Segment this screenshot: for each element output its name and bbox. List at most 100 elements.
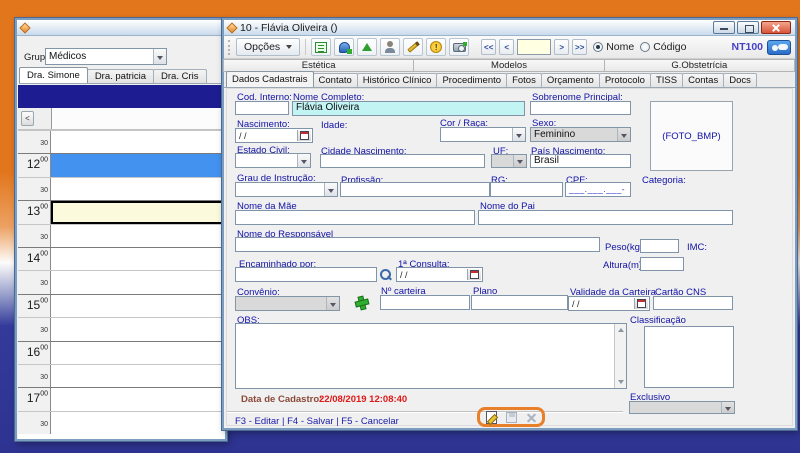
tab-fotos[interactable]: Fotos — [506, 73, 542, 87]
altura-field[interactable] — [640, 257, 684, 271]
tab-modelos[interactable]: Modelos — [413, 59, 604, 72]
record-form-button[interactable] — [311, 38, 331, 56]
tab-docs[interactable]: Docs — [723, 73, 757, 87]
classificacao-box[interactable] — [644, 326, 734, 388]
nome-mae-field[interactable] — [235, 210, 475, 225]
cancel-icon[interactable] — [526, 412, 537, 423]
person-icon — [384, 41, 396, 53]
sobrenome-field[interactable] — [530, 101, 631, 115]
cidade-nascimento-field[interactable] — [320, 154, 485, 168]
peso-field[interactable] — [640, 239, 679, 253]
nav-prev-button[interactable]: < — [499, 39, 514, 55]
nav-next-button[interactable]: > — [554, 39, 569, 55]
highlight-annotation — [477, 407, 545, 427]
calendar-icon[interactable] — [467, 269, 481, 280]
chat-icon[interactable] — [767, 40, 791, 55]
tab-orcamento[interactable]: Orçamento — [541, 73, 600, 87]
slot-1500[interactable]: 1500 — [18, 294, 225, 317]
rg-field[interactable] — [490, 182, 563, 197]
grupo-dropdown[interactable]: Médicos — [45, 48, 167, 65]
profissao-field[interactable] — [340, 182, 490, 197]
calendar-icon[interactable] — [634, 298, 648, 309]
validade-carteira-field[interactable]: / / — [568, 296, 650, 311]
minimize-button[interactable] — [713, 21, 735, 34]
tab-historico-clinico[interactable]: Histórico Clínico — [357, 73, 438, 87]
slot-1700[interactable]: 1700 — [18, 387, 225, 410]
tab-gobstetricia[interactable]: G.Obstetrícia — [604, 59, 795, 72]
patient-titlebar[interactable]: 10 - Flávia Oliveira () — [224, 20, 795, 36]
slot-1430[interactable]: 30 — [18, 270, 225, 293]
highlighted-slot[interactable] — [51, 154, 225, 176]
obs-scrollbar[interactable] — [614, 324, 626, 388]
close-button[interactable] — [761, 21, 791, 34]
agenda-titlebar[interactable] — [17, 20, 225, 36]
grau-instrucao-dropdown[interactable] — [235, 182, 338, 197]
estado-civil-dropdown[interactable] — [235, 153, 311, 168]
cod-interno-field[interactable] — [235, 101, 289, 115]
convenio-dropdown[interactable] — [235, 296, 340, 311]
tab-tiss[interactable]: TISS — [650, 73, 683, 87]
nav-last-button[interactable]: >> — [572, 39, 587, 55]
toolbar: Opções ! << < > >> Nome Código NT100 — [224, 36, 795, 59]
radio-circle — [640, 42, 650, 52]
obs-textarea[interactable] — [235, 323, 627, 389]
maximize-button[interactable] — [737, 21, 759, 34]
tab-contas[interactable]: Contas — [682, 73, 724, 87]
slot-1330[interactable]: 30 — [18, 224, 225, 247]
tab-dra-cris[interactable]: Dra. Cris — [153, 69, 206, 83]
num-carteira-field[interactable] — [380, 295, 470, 310]
record-search-input[interactable] — [517, 39, 551, 55]
tab-dra-patricia[interactable]: Dra. patricia — [87, 69, 154, 83]
nav-first-button[interactable]: << — [481, 39, 496, 55]
search-icon[interactable] — [380, 269, 392, 282]
triangle-button[interactable] — [357, 38, 377, 56]
nome-pai-field[interactable] — [478, 210, 733, 225]
cor-raca-dropdown[interactable] — [440, 127, 526, 142]
options-button[interactable]: Opções — [236, 38, 300, 56]
slot-1630[interactable]: 30 — [18, 364, 225, 387]
tab-dra-simone[interactable]: Dra. Simone — [19, 67, 88, 83]
person-button[interactable] — [380, 38, 400, 56]
tab-procedimento[interactable]: Procedimento — [436, 73, 507, 87]
radio-codigo[interactable]: Código — [640, 41, 686, 53]
slot-1730[interactable]: 30 — [18, 411, 225, 434]
slot-1200[interactable]: 1200 — [18, 153, 225, 176]
edit-icon[interactable] — [486, 411, 497, 424]
triangle-icon — [362, 43, 372, 51]
slot-1130[interactable]: 30 — [18, 130, 225, 153]
responsavel-field[interactable] — [235, 237, 600, 252]
patient-photo-placeholder[interactable]: (FOTO_BMP) — [650, 101, 733, 171]
primeira-consulta-field[interactable]: / / — [396, 267, 483, 282]
sexo-dropdown[interactable]: Feminino — [530, 127, 631, 142]
save-icon[interactable] — [506, 412, 517, 423]
selected-slot[interactable] — [51, 201, 225, 223]
tab-contato[interactable]: Contato — [313, 73, 358, 87]
scroll-down-icon[interactable] — [618, 380, 624, 384]
scroll-up-icon[interactable] — [618, 328, 624, 332]
palette-button[interactable] — [334, 38, 354, 56]
calendar-icon[interactable] — [297, 130, 311, 141]
uf-dropdown[interactable] — [491, 154, 527, 168]
radio-nome[interactable]: Nome — [593, 41, 634, 53]
tab-dados-cadastrais[interactable]: Dados Cadastrais — [226, 71, 314, 87]
encaminhado-field[interactable] — [235, 267, 377, 282]
camera-button[interactable] — [449, 38, 469, 56]
plano-field[interactable] — [471, 295, 568, 310]
nome-completo-field[interactable]: Flávia Oliveira — [292, 101, 525, 116]
exclusivo-dropdown[interactable] — [629, 401, 735, 414]
cpf-field[interactable]: ___.___.___-__ — [565, 182, 631, 197]
warning-button[interactable]: ! — [426, 38, 446, 56]
slot-1600[interactable]: 1600 — [18, 341, 225, 364]
slot-1300[interactable]: 1300 — [18, 200, 225, 223]
cartao-cns-field[interactable] — [653, 296, 733, 310]
previous-day-button[interactable]: < — [21, 111, 34, 126]
slot-1230[interactable]: 30 — [18, 177, 225, 200]
slot-1400[interactable]: 1400 — [18, 247, 225, 270]
imc-label: IMC: — [687, 242, 707, 253]
slot-1530[interactable]: 30 — [18, 317, 225, 340]
pencil-button[interactable] — [403, 38, 423, 56]
pais-nascimento-field[interactable]: Brasil — [530, 154, 631, 168]
nascimento-field[interactable]: / / — [235, 128, 313, 143]
tab-protocolo[interactable]: Protocolo — [599, 73, 651, 87]
add-convenio-icon[interactable] — [355, 296, 370, 311]
